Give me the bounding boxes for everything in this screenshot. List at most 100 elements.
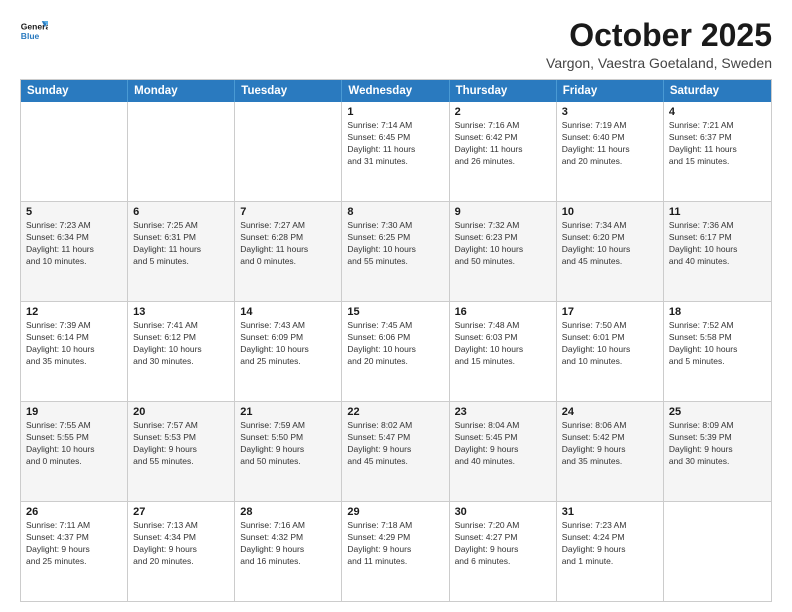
day-number: 12 (26, 306, 122, 318)
calendar-row: 1Sunrise: 7:14 AM Sunset: 6:45 PM Daylig… (21, 102, 771, 202)
main-title: October 2025 (546, 18, 772, 53)
day-number: 28 (240, 506, 336, 518)
calendar-row: 5 Sunrise: 7:23 AM Sunset: 6:34 PM Daylig… (21, 202, 771, 302)
calendar-cell: 4 Sunrise: 7:21 AM Sunset: 6:37 PM Daylig… (664, 102, 771, 201)
day-number: 9 (455, 206, 551, 218)
cell-text: Sunrise: 7:20 AM Sunset: 4:27 PM Dayligh… (455, 520, 551, 568)
calendar-header-cell: Tuesday (235, 80, 342, 102)
calendar-cell: 9 Sunrise: 7:32 AM Sunset: 6:23 PM Daylig… (450, 202, 557, 301)
day-number: 20 (133, 406, 229, 418)
calendar-cell: 23 Sunrise: 8:04 AM Sunset: 5:45 PM Dayli… (450, 402, 557, 501)
day-number: 18 (669, 306, 766, 318)
cell-text: Sunrise: 7:23 AM Sunset: 4:24 PM Dayligh… (562, 520, 658, 568)
calendar-cell: 11 Sunrise: 7:36 AM Sunset: 6:17 PM Dayli… (664, 202, 771, 301)
day-number: 10 (562, 206, 658, 218)
calendar-header-cell: Friday (557, 80, 664, 102)
calendar-cell: 18 Sunrise: 7:52 AM Sunset: 5:58 PM Dayli… (664, 302, 771, 401)
day-number: 22 (347, 406, 443, 418)
calendar-cell: 7 Sunrise: 7:27 AM Sunset: 6:28 PM Daylig… (235, 202, 342, 301)
cell-text: Sunrise: 7:48 AM Sunset: 6:03 PM Dayligh… (455, 320, 551, 368)
calendar-row: 26 Sunrise: 7:11 AM Sunset: 4:37 PM Dayli… (21, 502, 771, 601)
cell-text: Sunrise: 7:27 AM Sunset: 6:28 PM Dayligh… (240, 220, 336, 268)
calendar-cell: 27 Sunrise: 7:13 AM Sunset: 4:34 PM Dayli… (128, 502, 235, 601)
cell-text: Sunrise: 7:36 AM Sunset: 6:17 PM Dayligh… (669, 220, 766, 268)
calendar-header-cell: Wednesday (342, 80, 449, 102)
day-number: 16 (455, 306, 551, 318)
calendar-cell: 12 Sunrise: 7:39 AM Sunset: 6:14 PM Dayli… (21, 302, 128, 401)
cell-text: Sunrise: 7:52 AM Sunset: 5:58 PM Dayligh… (669, 320, 766, 368)
cell-text: Sunrise: 7:16 AM Sunset: 4:32 PM Dayligh… (240, 520, 336, 568)
day-number: 21 (240, 406, 336, 418)
calendar: SundayMondayTuesdayWednesdayThursdayFrid… (20, 79, 772, 602)
calendar-cell: 24Sunrise: 8:06 AM Sunset: 5:42 PM Dayli… (557, 402, 664, 501)
calendar-cell (235, 102, 342, 201)
header: General Blue October 2025 Vargon, Vaestr… (20, 18, 772, 71)
calendar-cell (128, 102, 235, 201)
calendar-cell: 15Sunrise: 7:45 AM Sunset: 6:06 PM Dayli… (342, 302, 449, 401)
cell-text: Sunrise: 7:13 AM Sunset: 4:34 PM Dayligh… (133, 520, 229, 568)
day-number: 31 (562, 506, 658, 518)
calendar-cell: 21Sunrise: 7:59 AM Sunset: 5:50 PM Dayli… (235, 402, 342, 501)
calendar-row: 12 Sunrise: 7:39 AM Sunset: 6:14 PM Dayli… (21, 302, 771, 402)
day-number: 17 (562, 306, 658, 318)
title-block: October 2025 Vargon, Vaestra Goetaland, … (546, 18, 772, 71)
day-number: 29 (347, 506, 443, 518)
calendar-cell: 25Sunrise: 8:09 AM Sunset: 5:39 PM Dayli… (664, 402, 771, 501)
day-number: 7 (240, 206, 336, 218)
calendar-cell: 31 Sunrise: 7:23 AM Sunset: 4:24 PM Dayli… (557, 502, 664, 601)
calendar-cell: 3 Sunrise: 7:19 AM Sunset: 6:40 PM Daylig… (557, 102, 664, 201)
cell-text: Sunrise: 8:02 AM Sunset: 5:47 PM Dayligh… (347, 420, 443, 468)
day-number: 1 (347, 106, 443, 118)
day-number: 24 (562, 406, 658, 418)
calendar-header-row: SundayMondayTuesdayWednesdayThursdayFrid… (21, 80, 771, 102)
day-number: 4 (669, 106, 766, 118)
cell-text: Sunrise: 7:32 AM Sunset: 6:23 PM Dayligh… (455, 220, 551, 268)
day-number: 26 (26, 506, 122, 518)
calendar-cell: 8 Sunrise: 7:30 AM Sunset: 6:25 PM Daylig… (342, 202, 449, 301)
cell-text: Sunrise: 7:55 AM Sunset: 5:55 PM Dayligh… (26, 420, 122, 468)
calendar-cell (21, 102, 128, 201)
calendar-cell: 13Sunrise: 7:41 AM Sunset: 6:12 PM Dayli… (128, 302, 235, 401)
cell-text: Sunrise: 7:43 AM Sunset: 6:09 PM Dayligh… (240, 320, 336, 368)
day-number: 3 (562, 106, 658, 118)
cell-text: Sunrise: 7:19 AM Sunset: 6:40 PM Dayligh… (562, 120, 658, 168)
subtitle: Vargon, Vaestra Goetaland, Sweden (546, 55, 772, 71)
day-number: 6 (133, 206, 229, 218)
day-number: 8 (347, 206, 443, 218)
cell-text: Sunrise: 7:30 AM Sunset: 6:25 PM Dayligh… (347, 220, 443, 268)
day-number: 11 (669, 206, 766, 218)
calendar-cell: 29Sunrise: 7:18 AM Sunset: 4:29 PM Dayli… (342, 502, 449, 601)
cell-text: Sunrise: 7:39 AM Sunset: 6:14 PM Dayligh… (26, 320, 122, 368)
day-number: 15 (347, 306, 443, 318)
calendar-header-cell: Thursday (450, 80, 557, 102)
calendar-cell: 1Sunrise: 7:14 AM Sunset: 6:45 PM Daylig… (342, 102, 449, 201)
calendar-cell: 10 Sunrise: 7:34 AM Sunset: 6:20 PM Dayli… (557, 202, 664, 301)
calendar-cell: 14 Sunrise: 7:43 AM Sunset: 6:09 PM Dayli… (235, 302, 342, 401)
logo: General Blue (20, 18, 52, 46)
calendar-header-cell: Saturday (664, 80, 771, 102)
cell-text: Sunrise: 7:50 AM Sunset: 6:01 PM Dayligh… (562, 320, 658, 368)
calendar-header-cell: Monday (128, 80, 235, 102)
day-number: 5 (26, 206, 122, 218)
cell-text: Sunrise: 7:21 AM Sunset: 6:37 PM Dayligh… (669, 120, 766, 168)
calendar-cell (664, 502, 771, 601)
calendar-cell: 28 Sunrise: 7:16 AM Sunset: 4:32 PM Dayli… (235, 502, 342, 601)
calendar-cell: 6Sunrise: 7:25 AM Sunset: 6:31 PM Daylig… (128, 202, 235, 301)
cell-text: Sunrise: 7:16 AM Sunset: 6:42 PM Dayligh… (455, 120, 551, 168)
calendar-cell: 22 Sunrise: 8:02 AM Sunset: 5:47 PM Dayli… (342, 402, 449, 501)
day-number: 14 (240, 306, 336, 318)
cell-text: Sunrise: 7:11 AM Sunset: 4:37 PM Dayligh… (26, 520, 122, 568)
calendar-cell: 30Sunrise: 7:20 AM Sunset: 4:27 PM Dayli… (450, 502, 557, 601)
calendar-body: 1Sunrise: 7:14 AM Sunset: 6:45 PM Daylig… (21, 102, 771, 601)
logo-icon: General Blue (20, 18, 48, 46)
calendar-cell: 2 Sunrise: 7:16 AM Sunset: 6:42 PM Daylig… (450, 102, 557, 201)
calendar-cell: 17 Sunrise: 7:50 AM Sunset: 6:01 PM Dayli… (557, 302, 664, 401)
cell-text: Sunrise: 8:04 AM Sunset: 5:45 PM Dayligh… (455, 420, 551, 468)
day-number: 27 (133, 506, 229, 518)
cell-text: Sunrise: 7:34 AM Sunset: 6:20 PM Dayligh… (562, 220, 658, 268)
day-number: 2 (455, 106, 551, 118)
calendar-row: 19Sunrise: 7:55 AM Sunset: 5:55 PM Dayli… (21, 402, 771, 502)
day-number: 23 (455, 406, 551, 418)
cell-text: Sunrise: 7:23 AM Sunset: 6:34 PM Dayligh… (26, 220, 122, 268)
cell-text: Sunrise: 7:57 AM Sunset: 5:53 PM Dayligh… (133, 420, 229, 468)
